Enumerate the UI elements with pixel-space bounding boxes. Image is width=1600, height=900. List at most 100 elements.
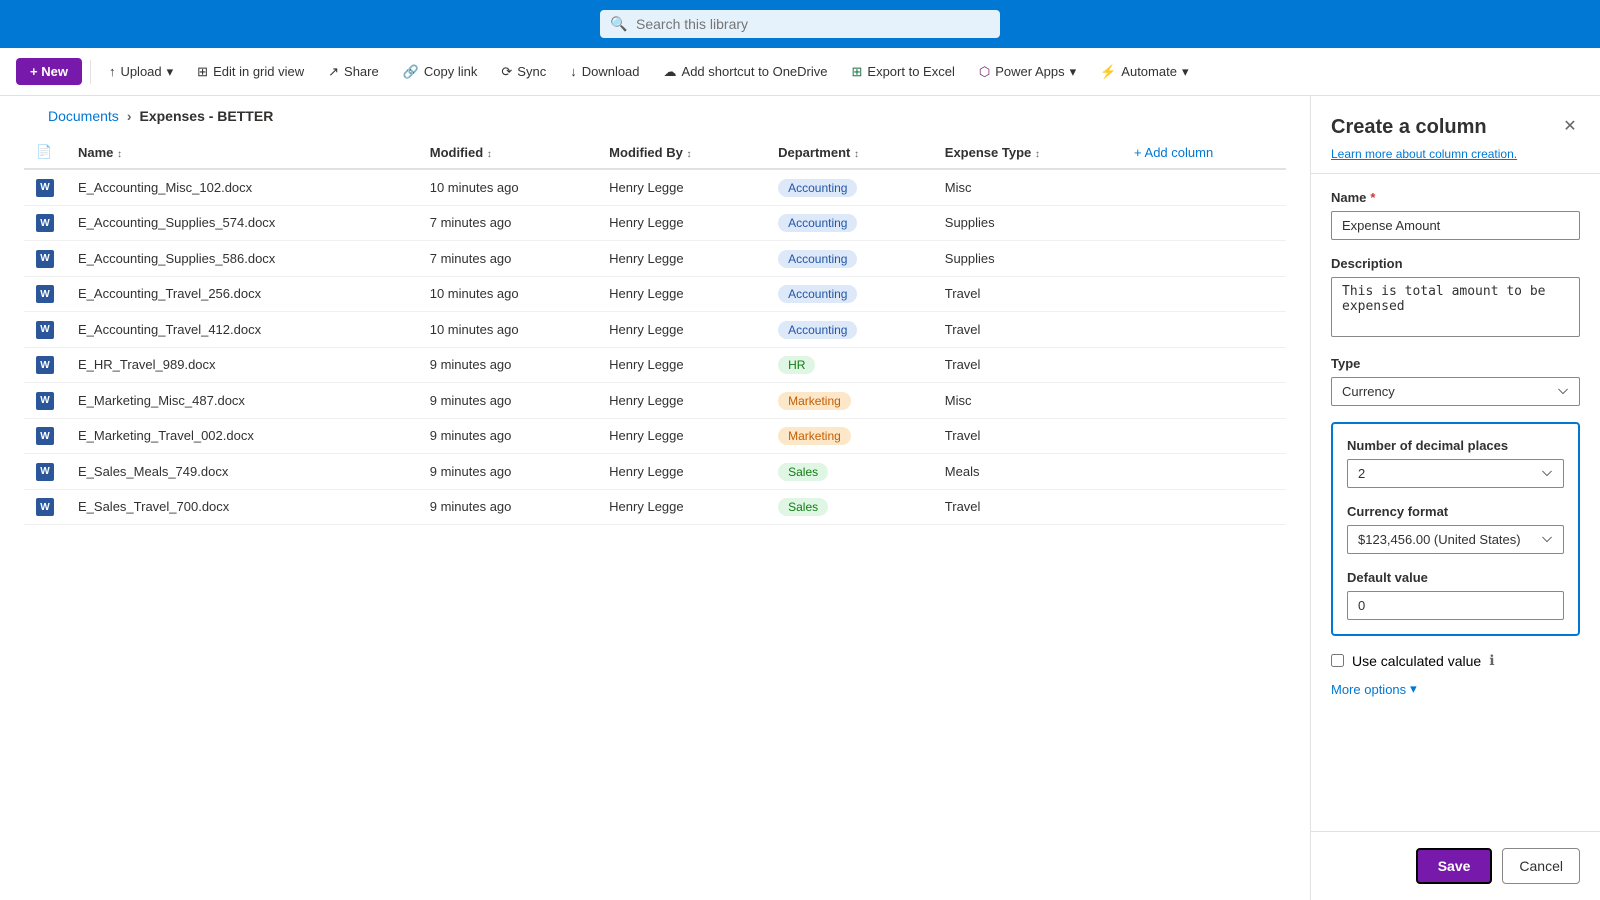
- default-value-field-group: Default value: [1347, 570, 1564, 620]
- panel-footer: Save Cancel: [1311, 831, 1600, 900]
- sync-icon: ⟳: [501, 64, 512, 80]
- panel-learn-more-link[interactable]: Learn more about column creation.: [1331, 147, 1517, 161]
- search-input[interactable]: [600, 10, 1000, 38]
- chevron-down-icon-3: ▾: [1182, 64, 1189, 80]
- save-button[interactable]: Save: [1416, 848, 1493, 884]
- share-button[interactable]: ↗ Share: [318, 58, 389, 86]
- file-name: E_Sales_Travel_700.docx: [78, 499, 229, 514]
- description-label: Description: [1331, 256, 1580, 271]
- col-header-name[interactable]: Name ↕: [66, 136, 418, 169]
- row-modified-by: Henry Legge: [597, 489, 766, 525]
- name-label: Name *: [1331, 190, 1580, 205]
- sync-button[interactable]: ⟳ Sync: [491, 58, 556, 86]
- new-button[interactable]: + New: [16, 58, 82, 85]
- col-header-add[interactable]: + Add column: [1122, 136, 1286, 169]
- copy-link-button[interactable]: 🔗 Copy link: [393, 58, 488, 86]
- calculated-value-checkbox[interactable]: [1331, 654, 1344, 667]
- description-textarea[interactable]: This is total amount to be expensed: [1331, 277, 1580, 337]
- row-modified: 9 minutes ago: [418, 383, 597, 419]
- sort-icon-modifiedby: ↕: [686, 149, 691, 160]
- row-modified: 9 minutes ago: [418, 347, 597, 383]
- row-modified-by: Henry Legge: [597, 347, 766, 383]
- row-expense-type: Travel: [933, 418, 1122, 454]
- department-badge: Accounting: [778, 321, 857, 339]
- col-header-modified-by[interactable]: Modified By ↕: [597, 136, 766, 169]
- file-type-icon: 📄: [36, 144, 52, 159]
- table-row[interactable]: W E_HR_Travel_989.docx 9 minutes ago Hen…: [24, 347, 1286, 383]
- search-bar-container: 🔍: [600, 10, 1000, 38]
- currency-format-field-group: Currency format $123,456.00 (United Stat…: [1347, 504, 1564, 554]
- info-icon[interactable]: ℹ: [1489, 652, 1494, 669]
- table-row[interactable]: W E_Sales_Meals_749.docx 9 minutes ago H…: [24, 454, 1286, 490]
- type-select[interactable]: Currency Single line of text Multiple li…: [1331, 377, 1580, 406]
- download-button[interactable]: ↓ Download: [560, 58, 649, 85]
- file-name: E_Accounting_Supplies_574.docx: [78, 215, 275, 230]
- chevron-down-icon-options: ▾: [1410, 681, 1417, 697]
- required-indicator: *: [1370, 190, 1375, 205]
- row-icon-cell: W: [24, 489, 66, 525]
- table-row[interactable]: W E_Accounting_Travel_412.docx 10 minute…: [24, 312, 1286, 348]
- row-expense-type: Travel: [933, 489, 1122, 525]
- table-row[interactable]: W E_Accounting_Misc_102.docx 10 minutes …: [24, 169, 1286, 205]
- upload-button[interactable]: ↑ Upload ▾: [99, 58, 183, 86]
- table-row[interactable]: W E_Sales_Travel_700.docx 9 minutes ago …: [24, 489, 1286, 525]
- row-department: Accounting: [766, 276, 933, 312]
- row-icon-cell: W: [24, 241, 66, 277]
- row-icon-cell: W: [24, 454, 66, 490]
- row-name: E_Accounting_Supplies_574.docx: [66, 205, 418, 241]
- name-input[interactable]: [1331, 211, 1580, 240]
- calculated-value-label[interactable]: Use calculated value: [1352, 653, 1481, 669]
- edit-grid-button[interactable]: ⊞ Edit in grid view: [187, 58, 314, 86]
- more-options-button[interactable]: More options ▾: [1331, 677, 1417, 701]
- word-icon: W: [36, 463, 54, 481]
- chevron-down-icon: ▾: [167, 64, 174, 80]
- row-icon-cell: W: [24, 347, 66, 383]
- row-empty: [1122, 312, 1286, 348]
- cancel-button[interactable]: Cancel: [1502, 848, 1580, 884]
- col-header-expense-type[interactable]: Expense Type ↕: [933, 136, 1122, 169]
- row-empty: [1122, 418, 1286, 454]
- col-header-icon: 📄: [24, 136, 66, 169]
- table-row[interactable]: W E_Marketing_Misc_487.docx 9 minutes ag…: [24, 383, 1286, 419]
- table-row[interactable]: W E_Marketing_Travel_002.docx 9 minutes …: [24, 418, 1286, 454]
- type-label: Type: [1331, 356, 1580, 371]
- default-value-input[interactable]: [1347, 591, 1564, 620]
- breadcrumb-current: Expenses - BETTER: [139, 108, 273, 124]
- col-header-modified[interactable]: Modified ↕: [418, 136, 597, 169]
- row-modified: 10 minutes ago: [418, 276, 597, 312]
- row-modified-by: Henry Legge: [597, 312, 766, 348]
- department-badge: Accounting: [778, 250, 857, 268]
- row-modified: 10 minutes ago: [418, 169, 597, 205]
- decimal-select[interactable]: 0 1 2 3 4 5: [1347, 459, 1564, 488]
- power-apps-button[interactable]: ⬡ Power Apps ▾: [969, 58, 1086, 86]
- breadcrumb-parent[interactable]: Documents: [48, 108, 119, 124]
- add-shortcut-button[interactable]: ☁ Add shortcut to OneDrive: [654, 58, 838, 86]
- export-excel-button[interactable]: ⊞ Export to Excel: [842, 58, 965, 86]
- file-name: E_HR_Travel_989.docx: [78, 357, 216, 372]
- automate-icon: ⚡: [1100, 64, 1116, 80]
- row-name: E_Accounting_Supplies_586.docx: [66, 241, 418, 277]
- sort-icon-dept: ↕: [854, 149, 859, 160]
- row-icon-cell: W: [24, 276, 66, 312]
- name-field-group: Name *: [1331, 190, 1580, 240]
- row-expense-type: Meals: [933, 454, 1122, 490]
- word-icon: W: [36, 392, 54, 410]
- share-icon: ↗: [328, 64, 339, 80]
- excel-icon: ⊞: [852, 64, 863, 80]
- row-modified-by: Henry Legge: [597, 276, 766, 312]
- table-row[interactable]: W E_Accounting_Supplies_574.docx 7 minut…: [24, 205, 1286, 241]
- add-column-button[interactable]: + Add column: [1134, 145, 1213, 160]
- file-name: E_Marketing_Misc_487.docx: [78, 393, 245, 408]
- row-name: E_Sales_Meals_749.docx: [66, 454, 418, 490]
- automate-button[interactable]: ⚡ Automate ▾: [1090, 58, 1198, 86]
- row-empty: [1122, 169, 1286, 205]
- currency-format-label: Currency format: [1347, 504, 1564, 519]
- panel-close-button[interactable]: ✕: [1556, 112, 1584, 140]
- currency-format-select[interactable]: $123,456.00 (United States): [1347, 525, 1564, 554]
- chevron-down-icon-2: ▾: [1070, 64, 1077, 80]
- col-header-department[interactable]: Department ↕: [766, 136, 933, 169]
- department-badge: Accounting: [778, 285, 857, 303]
- table-row[interactable]: W E_Accounting_Travel_256.docx 10 minute…: [24, 276, 1286, 312]
- table-row[interactable]: W E_Accounting_Supplies_586.docx 7 minut…: [24, 241, 1286, 277]
- upload-icon: ↑: [109, 64, 116, 79]
